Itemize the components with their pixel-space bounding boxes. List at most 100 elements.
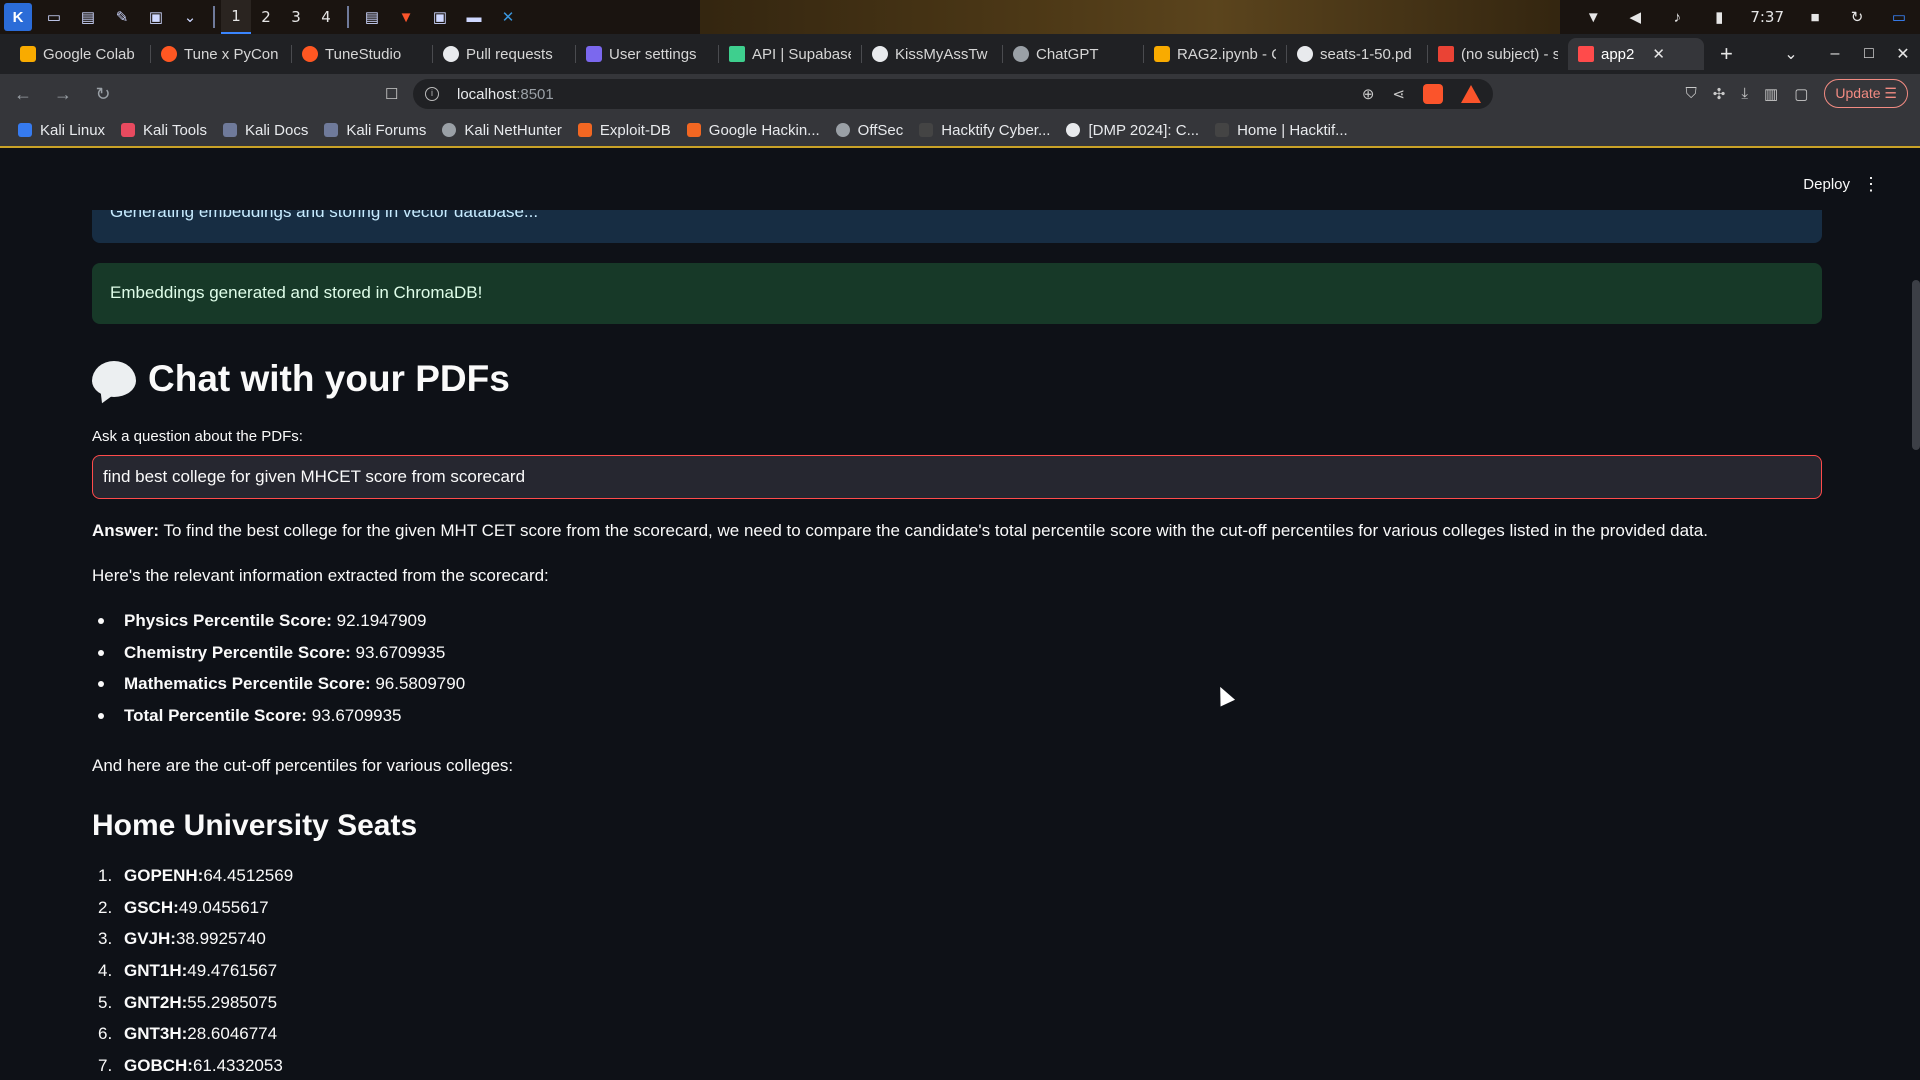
site-info-icon[interactable]: i	[425, 87, 439, 101]
streamlit-app: Deploy ⋮ Generating embeddings and stori…	[0, 150, 1920, 1080]
list-item: 6. GNT3H: 28.6046774	[92, 1020, 293, 1052]
answer-paragraph: Answer: To find the best college for the…	[92, 517, 1708, 544]
tab-google-colab[interactable]: Google Colab	[10, 38, 150, 70]
page-scrollbar[interactable]	[1912, 280, 1920, 450]
question-input[interactable]	[92, 455, 1822, 499]
zoom-icon[interactable]: ⊕	[1362, 85, 1375, 103]
chatgpt-icon	[1013, 46, 1029, 62]
bookmark-home-hacktify[interactable]: Home | Hacktif...	[1215, 122, 1348, 139]
workspace-4[interactable]: 4	[311, 0, 341, 34]
seat-value: 61.4332053	[192, 1056, 283, 1076]
seat-label: GNT3H:	[124, 1024, 188, 1044]
reload-icon[interactable]: ↻	[86, 84, 120, 105]
deploy-button[interactable]: Deploy	[1803, 176, 1850, 193]
share-icon[interactable]: ⋖	[1392, 85, 1405, 103]
clock[interactable]: 7:37	[1750, 8, 1784, 26]
bookmark-icon[interactable]: ☐	[385, 85, 398, 103]
bookmark-offsec[interactable]: OffSec	[835, 122, 903, 139]
tab-tunestudio[interactable]: TuneStudio	[292, 38, 432, 70]
hacktify-icon	[919, 123, 934, 137]
bookmark-kali-docs[interactable]: Kali Docs	[222, 122, 308, 139]
list-item: 1. GOPENH: 64.4512569	[92, 862, 293, 894]
refresh-icon[interactable]: ↻	[1845, 5, 1869, 29]
workspace-1[interactable]: 1	[221, 0, 251, 34]
wifi-icon[interactable]: ▼	[1581, 5, 1605, 29]
bookmark-hacktify-cyber[interactable]: Hacktify Cyber...	[919, 122, 1050, 139]
volume-icon[interactable]: ◀	[1623, 5, 1647, 29]
tab-seats-pdf[interactable]: seats-1-50.pd	[1287, 38, 1427, 70]
bookmark-exploit-db[interactable]: Exploit-DB	[577, 122, 671, 139]
url-host: localhost	[457, 85, 517, 103]
update-label: Update	[1835, 85, 1881, 101]
folder-group-icon[interactable]: ▬	[462, 5, 486, 29]
bookmark-kali-linux[interactable]: Kali Linux	[18, 122, 105, 139]
speech-bubble-icon	[92, 361, 136, 397]
hacktify-icon	[1215, 123, 1230, 137]
gmail-icon	[1438, 46, 1454, 62]
tab-rag2-notebook[interactable]: RAG2.ipynb - C	[1144, 38, 1286, 70]
settings-app-icon	[586, 46, 602, 62]
battery-icon[interactable]: ▮	[1707, 5, 1731, 29]
sidebar-icon[interactable]: ▥	[1764, 85, 1778, 103]
main-menu-icon[interactable]: ⋮	[1862, 174, 1880, 195]
tab-list-chevron-icon[interactable]: ⌄	[1774, 44, 1808, 64]
kali-menu-icon[interactable]: K	[4, 3, 32, 31]
score-list: Physics Percentile Score: 92.1947909 Che…	[92, 607, 465, 734]
bookmark-kali-nethunter[interactable]: Kali NetHunter	[442, 122, 562, 139]
brave-shields-icon[interactable]	[1423, 84, 1443, 104]
file-manager-icon[interactable]: ▤	[76, 5, 100, 29]
tab-chatgpt[interactable]: ChatGPT	[1003, 38, 1143, 70]
list-item: 3. GVJH: 38.9925740	[92, 925, 293, 957]
brave-rewards-icon[interactable]	[1461, 85, 1481, 103]
bookmark-kali-tools[interactable]: Kali Tools	[121, 122, 207, 139]
tab-pull-requests[interactable]: Pull requests	[433, 38, 575, 70]
kali-forums-icon	[324, 123, 339, 137]
page-title: Chat with your PDFs	[92, 358, 510, 400]
globe-icon	[1297, 46, 1313, 62]
url-text[interactable]: localhost:8501	[457, 86, 554, 103]
success-alert-text: Embeddings generated and stored in Chrom…	[110, 283, 483, 302]
tab-user-settings[interactable]: User settings	[576, 38, 718, 70]
window-close-icon[interactable]: ✕	[1886, 44, 1920, 64]
back-arrow-icon[interactable]: ←	[6, 84, 40, 105]
address-bar[interactable]: i localhost:8501 ⊕ ⋖	[413, 79, 1493, 109]
wallet-icon[interactable]: ▢	[1794, 85, 1808, 103]
minimize-icon[interactable]: –	[1818, 45, 1852, 63]
download-icon[interactable]: ⤓	[1741, 85, 1748, 102]
forward-arrow-icon[interactable]: →	[46, 84, 80, 105]
extensions-icon[interactable]: ✣	[1713, 85, 1726, 103]
maximize-icon[interactable]: □	[1852, 45, 1886, 63]
notification-bell-icon[interactable]: ♪	[1665, 5, 1689, 29]
tab-tune-pycon[interactable]: Tune x PyCon	[151, 38, 291, 70]
window-group-files-icon[interactable]: ▤	[360, 5, 384, 29]
github-icon	[443, 46, 459, 62]
taskbar-divider	[347, 6, 349, 28]
workspace-3[interactable]: 3	[281, 0, 311, 34]
brave-window-icon[interactable]: ▼	[394, 5, 418, 29]
tab-supabase[interactable]: API | Supabase	[719, 38, 861, 70]
chevron-down-icon[interactable]: ⌄	[178, 5, 202, 29]
tab-gmail[interactable]: (no subject) - s	[1428, 38, 1568, 70]
vpn-shield-icon[interactable]: ⛉	[1686, 85, 1697, 102]
bookmark-label: Google Hackin...	[708, 121, 820, 139]
text-editor-icon[interactable]: ✎	[110, 5, 134, 29]
taskbar-divider	[213, 6, 215, 28]
terminal-icon[interactable]: ▣	[144, 5, 168, 29]
vscode-group-icon[interactable]: ✕	[496, 5, 520, 29]
lock-icon[interactable]: ■	[1803, 5, 1827, 29]
bookmark-dmp-2024[interactable]: [DMP 2024]: C...	[1066, 122, 1199, 139]
list-item: 4. GNT1H: 49.4761567	[92, 957, 293, 989]
new-tab-button[interactable]: +	[1720, 41, 1733, 67]
bookmark-label: Home | Hacktif...	[1237, 121, 1348, 139]
tab-kissmyasstw[interactable]: KissMyAssTw	[862, 38, 1002, 70]
update-button[interactable]: Update ☰	[1824, 79, 1908, 108]
seat-value: 28.6046774	[187, 1024, 278, 1044]
tab-app2[interactable]: app2 ✕	[1568, 38, 1704, 70]
bookmark-kali-forums[interactable]: Kali Forums	[324, 122, 426, 139]
desktop-icon[interactable]: ▭	[42, 5, 66, 29]
terminal-group-icon[interactable]: ▣	[428, 5, 452, 29]
workspace-2[interactable]: 2	[251, 0, 281, 34]
display-icon[interactable]: ▭	[1887, 5, 1911, 29]
bookmark-google-hacking[interactable]: Google Hackin...	[686, 121, 820, 139]
close-icon[interactable]: ✕	[1652, 45, 1665, 63]
